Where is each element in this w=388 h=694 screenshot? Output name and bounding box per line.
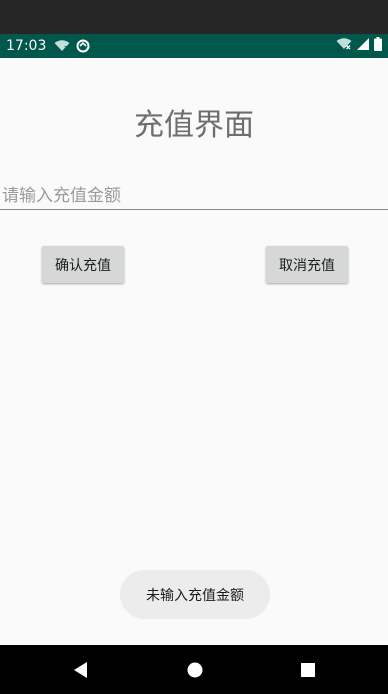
recharge-amount-input[interactable] xyxy=(0,182,388,210)
top-dark-bar xyxy=(0,0,388,34)
cancel-recharge-button[interactable]: 取消充值 xyxy=(266,246,348,283)
toast-message: 未输入充值金额 xyxy=(120,570,270,619)
toast-text: 未输入充值金额 xyxy=(146,587,244,604)
svg-text:?: ? xyxy=(64,45,68,52)
status-bar: 17:03 ? xyxy=(0,34,388,58)
home-icon[interactable] xyxy=(184,659,206,681)
confirm-recharge-button[interactable]: 确认充值 xyxy=(42,246,124,283)
wifi-x-icon xyxy=(336,38,352,54)
status-right-icons xyxy=(336,37,382,55)
sync-icon xyxy=(76,39,90,53)
back-icon[interactable] xyxy=(70,659,92,681)
navigation-bar xyxy=(0,645,388,694)
page-title: 充值界面 xyxy=(134,108,254,143)
battery-icon xyxy=(374,37,382,55)
recents-icon[interactable] xyxy=(297,659,319,681)
wifi-question-icon: ? xyxy=(54,40,70,52)
signal-icon xyxy=(357,38,369,54)
status-time: 17:03 xyxy=(6,38,47,54)
